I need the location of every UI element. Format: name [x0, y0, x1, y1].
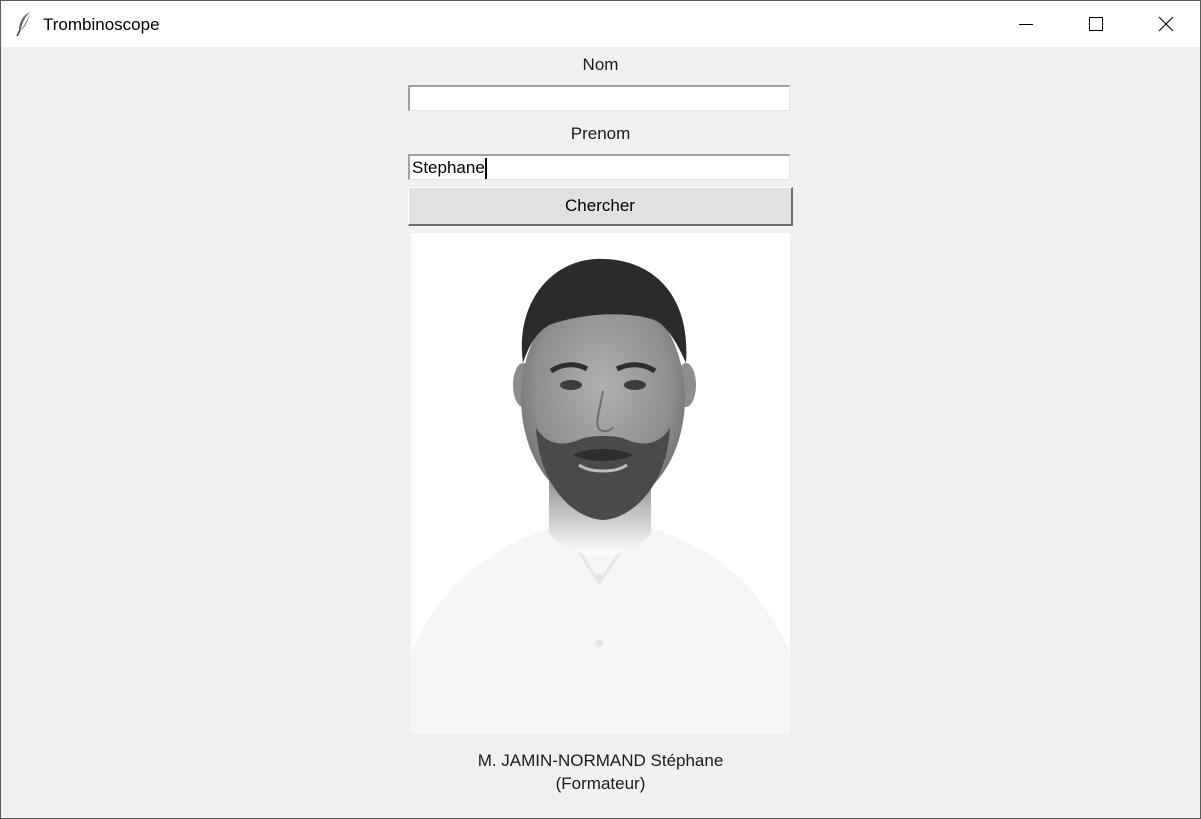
person-role: (Formateur)	[555, 774, 646, 793]
prenom-input[interactable]	[410, 156, 789, 179]
search-button[interactable]: Chercher	[408, 187, 793, 226]
nom-input[interactable]	[410, 87, 789, 110]
main-panel: Nom Prenom Chercher	[1, 47, 1200, 818]
close-icon	[1158, 16, 1174, 32]
prenom-label: Prenom	[570, 124, 631, 143]
minimize-button[interactable]	[991, 1, 1061, 47]
portrait-photo	[411, 233, 790, 734]
nom-label: Nom	[582, 55, 619, 74]
app-window: Trombinoscope Nom Prenom Cher	[0, 0, 1201, 819]
prenom-field-frame[interactable]	[408, 154, 790, 180]
minimize-icon	[1019, 24, 1033, 25]
feather-icon	[15, 11, 35, 37]
title-bar[interactable]: Trombinoscope	[1, 1, 1200, 47]
nom-field-frame[interactable]	[408, 85, 790, 111]
window-title: Trombinoscope	[43, 15, 160, 34]
text-cursor	[485, 158, 487, 179]
maximize-icon	[1089, 17, 1103, 31]
person-name: M. JAMIN-NORMAND Stéphane	[477, 751, 724, 770]
maximize-button[interactable]	[1061, 1, 1131, 47]
close-button[interactable]	[1131, 1, 1200, 47]
